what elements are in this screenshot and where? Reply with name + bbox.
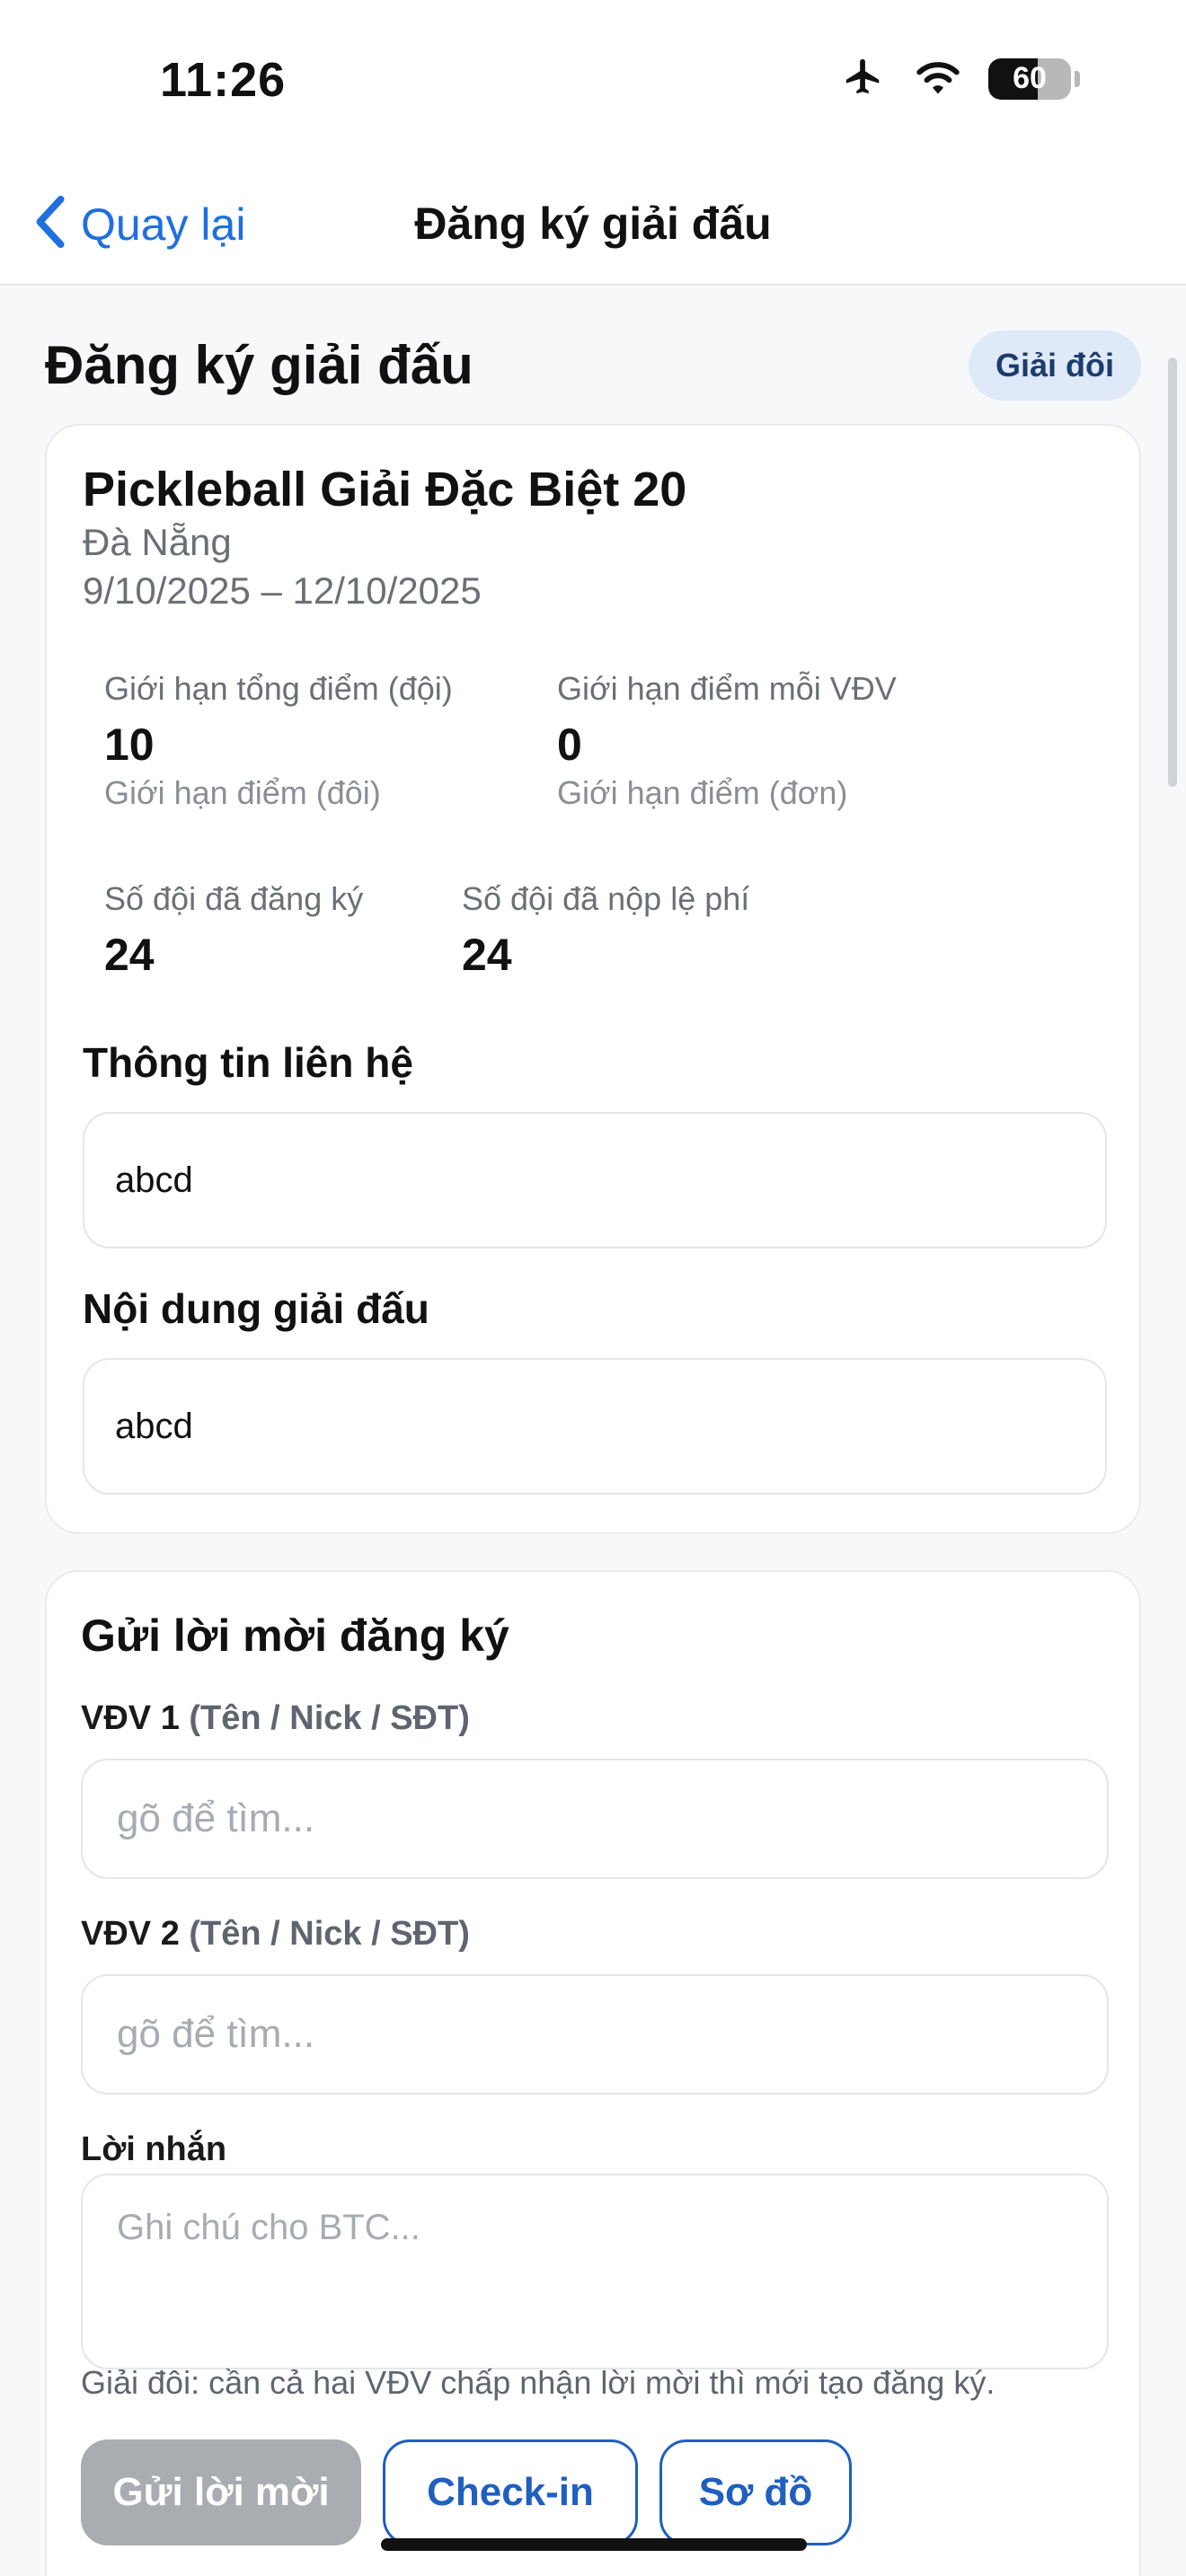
message-textarea[interactable] [81, 2174, 1109, 2369]
airplane-icon [839, 56, 888, 101]
wifi-icon [911, 56, 965, 101]
stat-sub: Giới hạn điểm (đôi) [104, 774, 381, 811]
send-invite-button[interactable]: Gửi lời mời [81, 2439, 361, 2545]
content-field: abcd [83, 1358, 1107, 1495]
status-bar: 11:26 60 [0, 0, 1186, 162]
status-time: 11:26 [160, 53, 287, 107]
player2-label-text: VĐV 2 [81, 1915, 180, 1953]
bracket-button[interactable]: Sơ đồ [659, 2439, 852, 2545]
stat-label: Giới hạn điểm mỗi VĐV [557, 670, 897, 707]
player2-label: VĐV 2 (Tên / Nick / SĐT) [81, 1915, 470, 1954]
tournament-dates: 9/10/2025 – 12/10/2025 [83, 569, 482, 612]
navigation-bar: Đăng ký giải đấu Quay lại [0, 162, 1186, 286]
tournament-location: Đà Nẵng [83, 521, 232, 563]
player1-label-text: VĐV 1 [81, 1699, 180, 1737]
registered-teams-stat: Số đội đã đăng ký 24 [104, 880, 363, 981]
message-label: Lời nhắn [81, 2130, 227, 2168]
player2-hint: (Tên / Nick / SĐT) [189, 1915, 470, 1953]
page-heading: Đăng ký giải đấu [45, 335, 474, 395]
back-button[interactable]: Quay lại [32, 194, 245, 254]
tournament-info-card: Pickleball Giải Đặc Biệt 20 Đà Nẵng 9/10… [45, 424, 1141, 1534]
contact-field: abcd [83, 1112, 1107, 1248]
content-label: Nội dung giải đấu [83, 1285, 429, 1332]
stat-label: Số đội đã nộp lệ phí [462, 880, 750, 917]
battery-nub [1075, 70, 1080, 87]
player1-hint: (Tên / Nick / SĐT) [189, 1699, 470, 1737]
player2-search-input[interactable] [81, 1974, 1109, 2095]
stat-value: 0 [557, 719, 582, 770]
paid-teams-stat: Số đội đã nộp lệ phí 24 [462, 880, 749, 981]
team-limit-stat: Giới hạn tổng điểm (đội) 10 Giới hạn điể… [104, 670, 453, 812]
content-area[interactable]: Đăng ký giải đấu Giải đôi Pickleball Giả… [0, 287, 1186, 2576]
stat-sub: Giới hạn điểm (đơn) [557, 774, 848, 811]
player1-label: VĐV 1 (Tên / Nick / SĐT) [81, 1699, 470, 1738]
stat-value: 24 [462, 930, 512, 980]
status-icons: 60 [839, 56, 1080, 101]
scrollbar[interactable] [1168, 357, 1177, 787]
home-indicator [381, 2538, 807, 2551]
invite-title: Gửi lời mời đăng ký [81, 1610, 509, 1661]
back-label: Quay lại [81, 198, 246, 250]
battery-icon: 60 [988, 57, 1071, 100]
invite-card: Gửi lời mời đăng ký VĐV 1 (Tên / Nick / … [45, 1570, 1141, 2576]
mode-badge: Giải đôi [968, 331, 1141, 401]
battery-level: 60 [1013, 60, 1047, 95]
chevron-left-icon [32, 194, 68, 254]
stat-label: Giới hạn tổng điểm (đội) [104, 670, 453, 707]
invite-note: Giải đôi: cần cả hai VĐV chấp nhận lời m… [81, 2364, 996, 2401]
stat-label: Số đội đã đăng ký [104, 880, 364, 917]
tournament-title: Pickleball Giải Đặc Biệt 20 [83, 463, 687, 516]
player1-search-input[interactable] [81, 1759, 1109, 1879]
checkin-button[interactable]: Check-in [383, 2439, 638, 2545]
stat-value: 24 [104, 930, 155, 980]
player-limit-stat: Giới hạn điểm mỗi VĐV 0 Giới hạn điểm (đ… [557, 670, 897, 812]
contact-label: Thông tin liên hệ [83, 1039, 413, 1086]
stat-value: 10 [104, 719, 155, 770]
